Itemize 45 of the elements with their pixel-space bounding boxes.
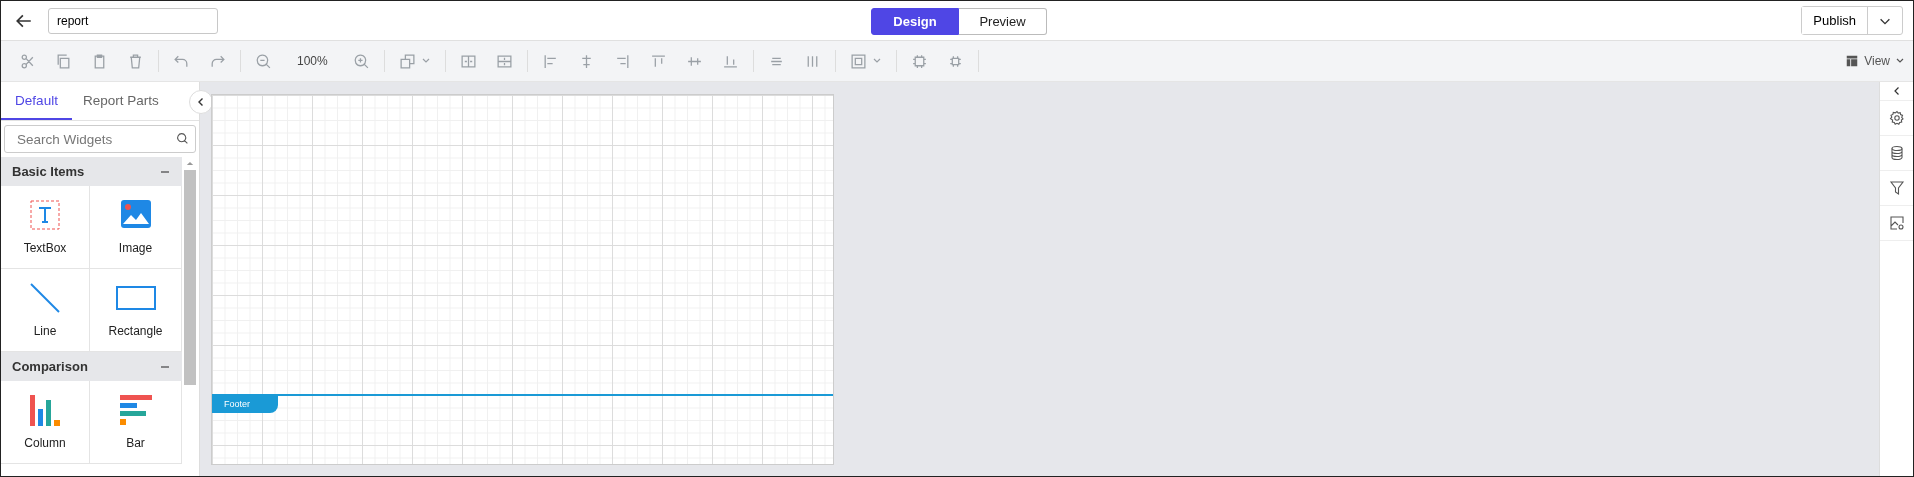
section-header[interactable]: Comparison (1, 352, 182, 381)
rectangle-icon (115, 286, 156, 310)
publish-button[interactable]: Publish (1802, 7, 1868, 34)
view-menu-button[interactable]: View (1845, 54, 1905, 68)
widget-item[interactable]: Bar (90, 381, 182, 464)
mode-tab[interactable]: Preview (959, 8, 1047, 35)
scroll-up-icon[interactable] (186, 161, 194, 166)
column-chart-icon (29, 394, 61, 426)
diagonal-line-icon (29, 282, 61, 314)
panel-tab[interactable]: Report Parts (72, 82, 170, 120)
textbox-icon (29, 199, 61, 231)
search-field[interactable]: Search Widgets (4, 125, 196, 153)
mode-tab[interactable]: Design (871, 8, 959, 35)
image-icon (119, 199, 152, 231)
widget-item[interactable]: TextBox (1, 186, 90, 269)
zoom-out-icon[interactable] (255, 52, 272, 70)
section-header[interactable]: Basic Items (1, 157, 182, 186)
widget-label: Column (24, 436, 66, 450)
zoom-in-icon[interactable] (352, 52, 370, 70)
search-icon[interactable] (176, 132, 189, 145)
section-title: Comparison (12, 359, 88, 374)
section-title: Basic Items (12, 164, 85, 179)
widget-label: TextBox (23, 241, 67, 255)
bar-chart-icon (119, 394, 152, 426)
settings-icon[interactable] (1888, 110, 1905, 126)
zoom-level: 100% (296, 54, 329, 68)
widget-label: Line (33, 324, 57, 338)
filter-icon[interactable] (1888, 180, 1905, 196)
layout-icon (1845, 54, 1860, 68)
widget-label: Image (118, 241, 153, 255)
image-settings-icon[interactable] (1888, 215, 1905, 231)
trash-icon[interactable] (127, 52, 144, 70)
widget-item[interactable]: Image (90, 186, 182, 269)
scissors-icon[interactable] (19, 52, 36, 70)
widget-label: Rectangle (108, 324, 163, 338)
widget-item[interactable]: Column (1, 381, 90, 464)
frame-icon[interactable] (910, 52, 928, 70)
layers-icon[interactable] (398, 52, 416, 70)
panel-tab[interactable]: Default (1, 82, 72, 120)
chevron-left-icon (196, 97, 206, 107)
widget-label: Bar (126, 436, 145, 450)
database-icon[interactable] (1888, 145, 1905, 161)
report-name-field[interactable]: report (48, 7, 218, 34)
select-icon[interactable] (849, 52, 867, 70)
copy-icon[interactable] (55, 52, 72, 70)
